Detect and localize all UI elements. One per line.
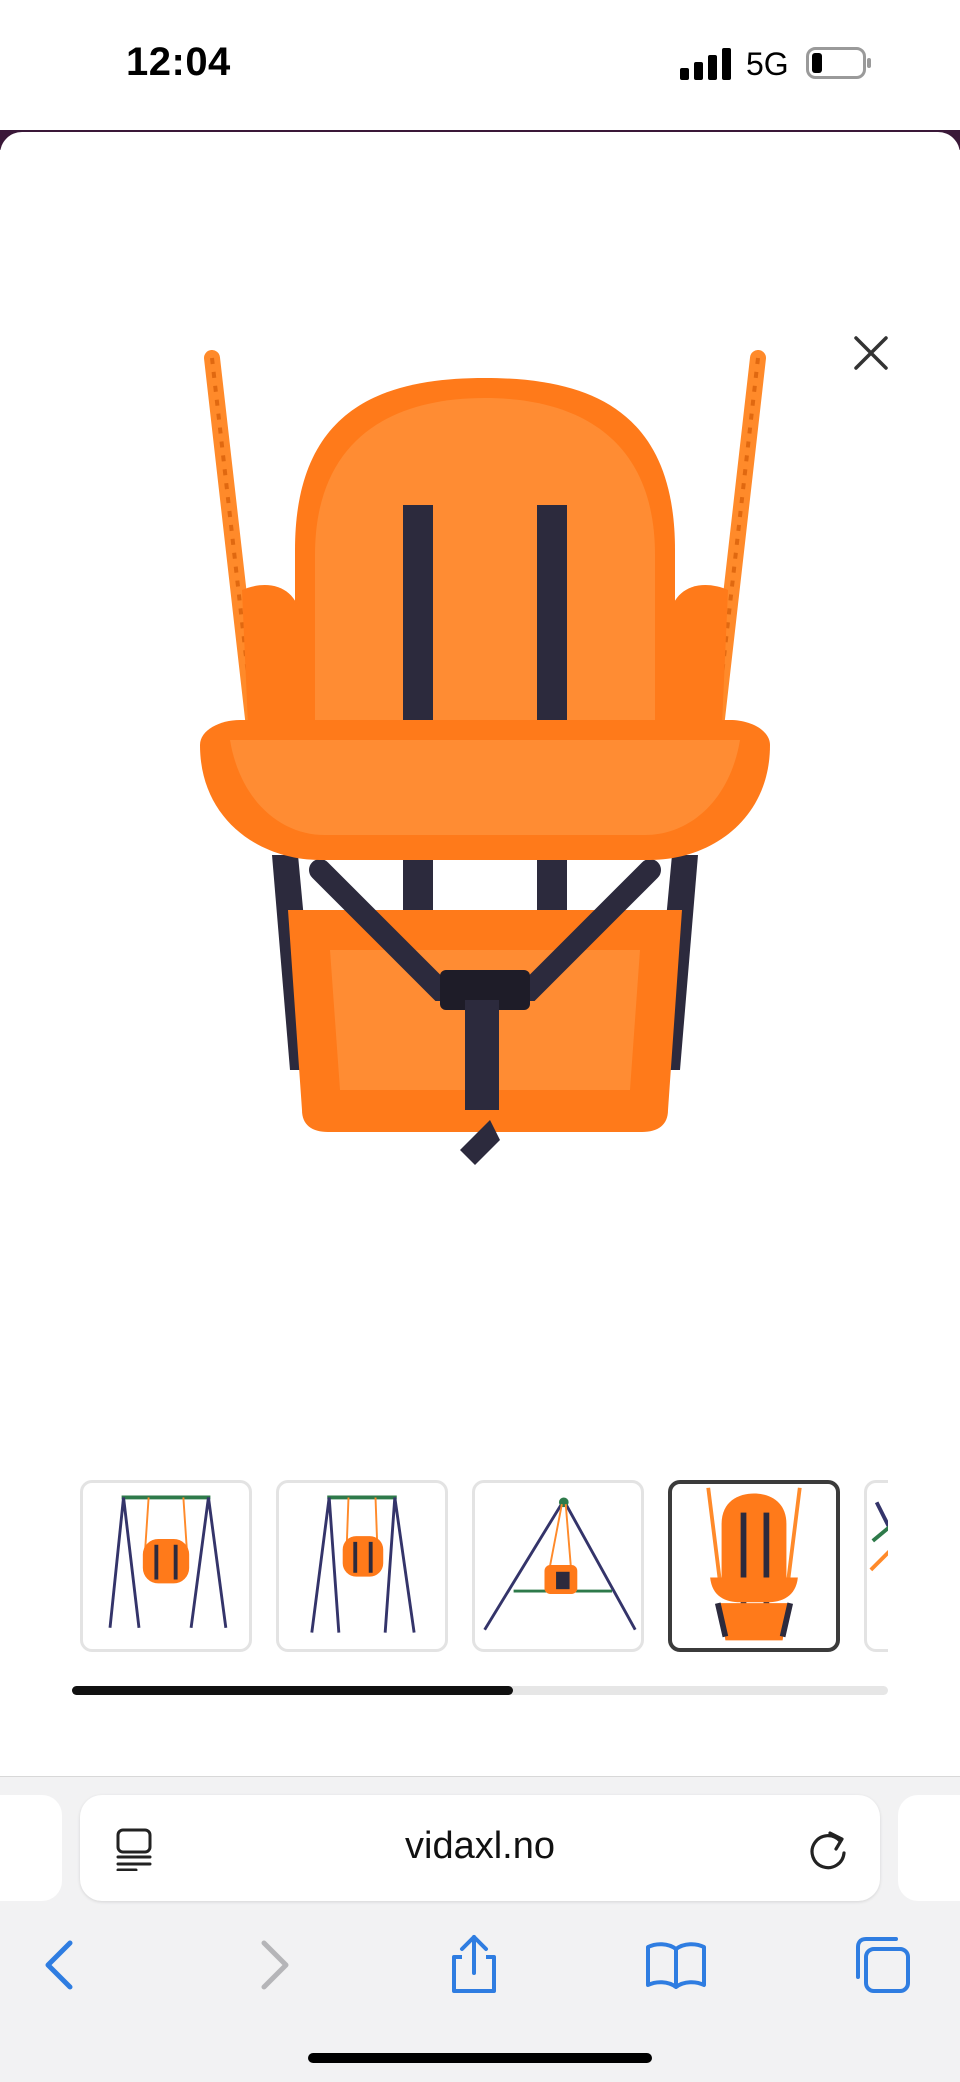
- next-tab-preview[interactable]: [898, 1795, 960, 1901]
- back-icon[interactable]: [30, 1933, 94, 1997]
- swing-set-front-thumbnail[interactable]: [80, 1480, 252, 1652]
- home-indicator: [308, 2053, 652, 2063]
- swing-set-front-alt-thumbnail[interactable]: [276, 1480, 448, 1652]
- orange-baby-swing-seat: [200, 350, 770, 1165]
- tabs-icon[interactable]: [850, 1933, 914, 1997]
- network-type: 5G: [746, 46, 789, 82]
- signal-bars-icon: [680, 48, 731, 80]
- forward-icon[interactable]: [240, 1933, 304, 1997]
- share-icon[interactable]: [442, 1933, 506, 1997]
- address-bar[interactable]: vidaxl.no: [80, 1795, 880, 1901]
- battery-low-icon: [806, 47, 871, 79]
- status-time: 12:04: [126, 40, 231, 84]
- bookmarks-icon[interactable]: [644, 1933, 708, 1997]
- reload-icon[interactable]: [806, 1825, 850, 1871]
- swing-seat-closeup-thumbnail[interactable]: [668, 1480, 840, 1652]
- browser-bottom-bar: vidaxl.no: [0, 1776, 960, 2082]
- scrollbar-thumb[interactable]: [72, 1686, 513, 1695]
- close-icon[interactable]: [846, 328, 896, 378]
- thumbnail-strip[interactable]: [80, 1480, 888, 1660]
- previous-tab-preview[interactable]: [0, 1795, 62, 1901]
- thumbnail-scrollbar[interactable]: [72, 1686, 888, 1695]
- swing-detail-thumbnail[interactable]: [864, 1480, 888, 1652]
- browser-toolbar: [0, 1917, 960, 2017]
- url-text[interactable]: vidaxl.no: [80, 1825, 880, 1868]
- swing-set-side-thumbnail[interactable]: [472, 1480, 644, 1652]
- status-bar: 12:04 5G: [0, 0, 960, 130]
